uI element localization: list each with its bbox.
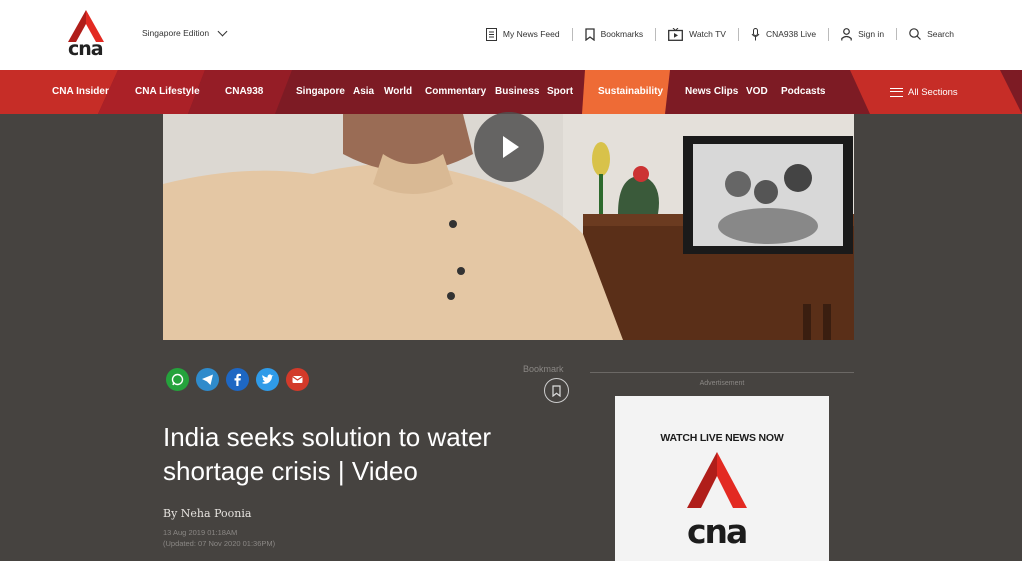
play-button[interactable]: [474, 112, 544, 182]
cna938-live-link[interactable]: CNA938 Live: [737, 27, 828, 41]
facebook-icon[interactable]: [226, 368, 249, 391]
nav-item-cna938[interactable]: CNA938: [225, 70, 263, 114]
search-link[interactable]: Search: [896, 28, 966, 40]
advertisement-banner[interactable]: WATCH LIVE NEWS NOW cna: [615, 396, 829, 561]
published-date: 13 Aug 2019 01:18AM: [163, 528, 238, 537]
logo-text[interactable]: cna: [68, 38, 104, 60]
ad-logo-text: cna: [687, 512, 748, 551]
nav-item-asia[interactable]: Asia: [353, 70, 374, 114]
twitter-icon[interactable]: [256, 368, 279, 391]
edition-label: Singapore Edition: [142, 28, 210, 38]
bookmarks-link[interactable]: Bookmarks: [571, 27, 656, 41]
nav-item-cna-insider[interactable]: CNA Insider: [52, 70, 109, 114]
site-header: cna Singapore Edition My News Feed Bookm…: [0, 0, 1022, 70]
all-sections-button[interactable]: All Sections: [890, 70, 958, 114]
bookmark-button[interactable]: [544, 378, 569, 403]
search-icon: [909, 28, 921, 40]
edition-selector[interactable]: Singapore Edition: [142, 26, 228, 38]
main-nav: CNA Insider CNA Lifestyle CNA938 Singapo…: [0, 70, 1022, 114]
microphone-icon: [751, 27, 760, 40]
nav-item-sustainability[interactable]: Sustainability: [598, 70, 663, 114]
header-links: My News Feed Bookmarks Watch TV CNA938 L…: [474, 24, 966, 44]
chevron-down-icon: [217, 26, 228, 36]
share-bar: [166, 368, 309, 391]
nav-item-commentary[interactable]: Commentary: [425, 70, 486, 114]
article-title: India seeks solution to water shortage c…: [163, 422, 492, 486]
watch-tv-link[interactable]: Watch TV: [655, 27, 738, 41]
tv-icon: [668, 27, 684, 41]
email-icon[interactable]: [286, 368, 309, 391]
menu-icon: [890, 87, 903, 97]
user-icon: [841, 27, 852, 40]
nav-item-vod[interactable]: VOD: [746, 70, 768, 114]
ad-title: WATCH LIVE NEWS NOW: [660, 432, 784, 444]
bookmark-icon: [584, 27, 595, 41]
nav-item-world[interactable]: World: [384, 70, 412, 114]
nav-item-cna-lifestyle[interactable]: CNA Lifestyle: [135, 70, 200, 114]
cna-ad-logo-icon: [687, 452, 747, 508]
nav-item-business[interactable]: Business: [495, 70, 539, 114]
nav-item-podcasts[interactable]: Podcasts: [781, 70, 825, 114]
bookmark-label: Bookmark: [523, 364, 564, 374]
nav-item-news-clips[interactable]: News Clips: [685, 70, 738, 114]
nav-item-singapore[interactable]: Singapore: [296, 70, 345, 114]
whatsapp-icon[interactable]: [166, 368, 189, 391]
advertisement-label: Advertisement: [699, 380, 745, 387]
my-news-feed-link[interactable]: My News Feed: [474, 27, 572, 41]
article-author[interactable]: By Neha Poonia: [163, 507, 251, 520]
nav-item-sport[interactable]: Sport: [547, 70, 573, 114]
bookmark-icon: [552, 384, 561, 397]
sidebar-divider: [590, 372, 854, 373]
updated-date: (Updated: 07 Nov 2020 01:36PM): [163, 539, 276, 548]
telegram-icon[interactable]: [196, 368, 219, 391]
nav-items: CNA Insider CNA Lifestyle CNA938 Singapo…: [0, 70, 1022, 114]
newsfeed-icon: [485, 27, 497, 41]
sign-in-link[interactable]: Sign in: [828, 27, 896, 41]
